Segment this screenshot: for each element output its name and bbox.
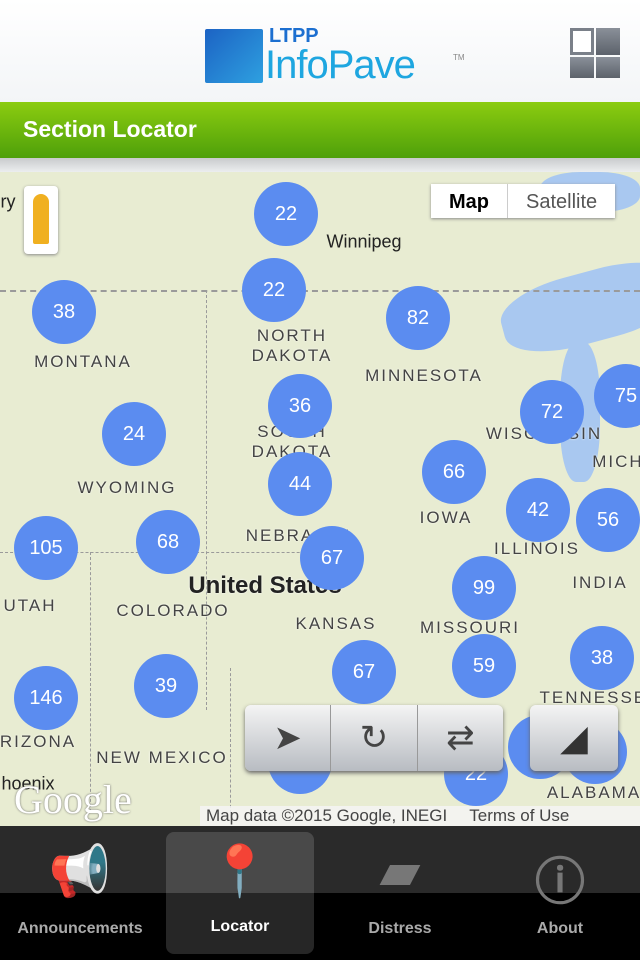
- person-icon: [33, 194, 49, 244]
- road-icon: ▰: [380, 843, 420, 899]
- divider: [0, 158, 640, 172]
- marker-cluster[interactable]: 105: [14, 516, 78, 580]
- tab-announcements[interactable]: 📢 Announcements: [0, 826, 160, 960]
- marker-cluster[interactable]: 72: [520, 380, 584, 444]
- marker-cluster[interactable]: 22: [254, 182, 318, 246]
- marker-cluster[interactable]: 36: [268, 374, 332, 438]
- state-label: ALABAMA: [546, 783, 640, 802]
- marker-cluster[interactable]: 22: [242, 258, 306, 322]
- tab-bar: 📢 Announcements 📍 Locator ▰ Distress ⓘ About: [0, 826, 640, 960]
- map-type-map-button[interactable]: Map: [431, 184, 508, 218]
- measure-icon: ◢: [560, 717, 588, 758]
- map-type-satellite-button[interactable]: Satellite: [508, 184, 616, 218]
- state-label: ILLINOIS: [494, 539, 580, 558]
- sync-icon[interactable]: ⇄: [418, 705, 503, 771]
- map-type-control: Map Satellite: [431, 184, 616, 218]
- marker-cluster[interactable]: 68: [136, 510, 200, 574]
- map-pin-icon: 📍: [208, 843, 272, 899]
- marker-cluster[interactable]: 56: [576, 488, 640, 552]
- marker-cluster[interactable]: 39: [134, 654, 198, 718]
- marker-cluster[interactable]: 59: [452, 634, 516, 698]
- state-label: MINNESOTA: [365, 366, 483, 385]
- map-view[interactable]: MONTANANORTHDAKOTAMINNESOTASOUTHDAKOTAWI…: [0, 172, 640, 826]
- ltpp-infopave-logo: LTPP InfoPave TM: [205, 25, 470, 87]
- street-view-pegman[interactable]: [24, 186, 58, 254]
- state-label: MISSOURI: [419, 618, 521, 637]
- tab-label: Distress: [368, 920, 432, 937]
- state-label: KANSAS: [295, 614, 377, 633]
- tab-locator[interactable]: 📍 Locator: [166, 832, 314, 954]
- state-label: INDIA: [572, 573, 628, 592]
- tab-label: About: [536, 920, 584, 937]
- state-label: MICH: [592, 452, 640, 471]
- marker-cluster[interactable]: 67: [332, 640, 396, 704]
- info-icon: ⓘ: [535, 854, 585, 910]
- app-header: LTPP InfoPave TM: [0, 0, 640, 102]
- marker-cluster[interactable]: 38: [570, 626, 634, 690]
- marker-cluster[interactable]: 146: [14, 666, 78, 730]
- tab-label: Announcements: [17, 920, 143, 937]
- state-label: DAKOTA: [251, 346, 333, 365]
- city-label: ry: [0, 191, 16, 212]
- google-logo: Google: [14, 777, 132, 822]
- page-title: Section Locator: [0, 102, 640, 158]
- marker-cluster[interactable]: 82: [386, 286, 450, 350]
- state-label: IOWA: [419, 508, 473, 527]
- grid-menu-button[interactable]: [570, 28, 620, 78]
- measure-button[interactable]: ◢: [530, 705, 618, 771]
- marker-cluster[interactable]: 44: [268, 452, 332, 516]
- marker-cluster[interactable]: 38: [32, 280, 96, 344]
- marker-cluster[interactable]: 42: [506, 478, 570, 542]
- state-label: UTAH: [3, 596, 57, 615]
- terms-of-use-link[interactable]: Terms of Use: [469, 806, 569, 826]
- refresh-icon[interactable]: ↻: [331, 705, 418, 771]
- marker-cluster[interactable]: 24: [102, 402, 166, 466]
- megaphone-icon: 📢: [48, 843, 112, 899]
- state-label: NEW MEXICO: [96, 748, 228, 767]
- marker-cluster[interactable]: 66: [422, 440, 486, 504]
- marker-cluster[interactable]: 99: [452, 556, 516, 620]
- marker-cluster[interactable]: 67: [300, 526, 364, 590]
- tab-distress[interactable]: ▰ Distress: [320, 826, 480, 960]
- locate-arrow-icon[interactable]: ➤: [245, 705, 332, 771]
- state-label: WYOMING: [77, 478, 177, 497]
- city-label: Winnipeg: [326, 231, 402, 252]
- state-label: MONTANA: [34, 352, 132, 371]
- map-toolbar: ➤ ↻ ⇄: [245, 705, 503, 771]
- map-attribution: Map data ©2015 Google, INEGI Terms of Us…: [200, 806, 640, 826]
- tab-label: Locator: [210, 918, 270, 935]
- marker-cluster[interactable]: 75: [594, 364, 640, 428]
- state-label: COLORADO: [116, 601, 230, 620]
- state-label: RIZONA: [0, 732, 77, 751]
- tab-about[interactable]: ⓘ About: [480, 826, 640, 960]
- state-label: NORTH: [256, 326, 328, 345]
